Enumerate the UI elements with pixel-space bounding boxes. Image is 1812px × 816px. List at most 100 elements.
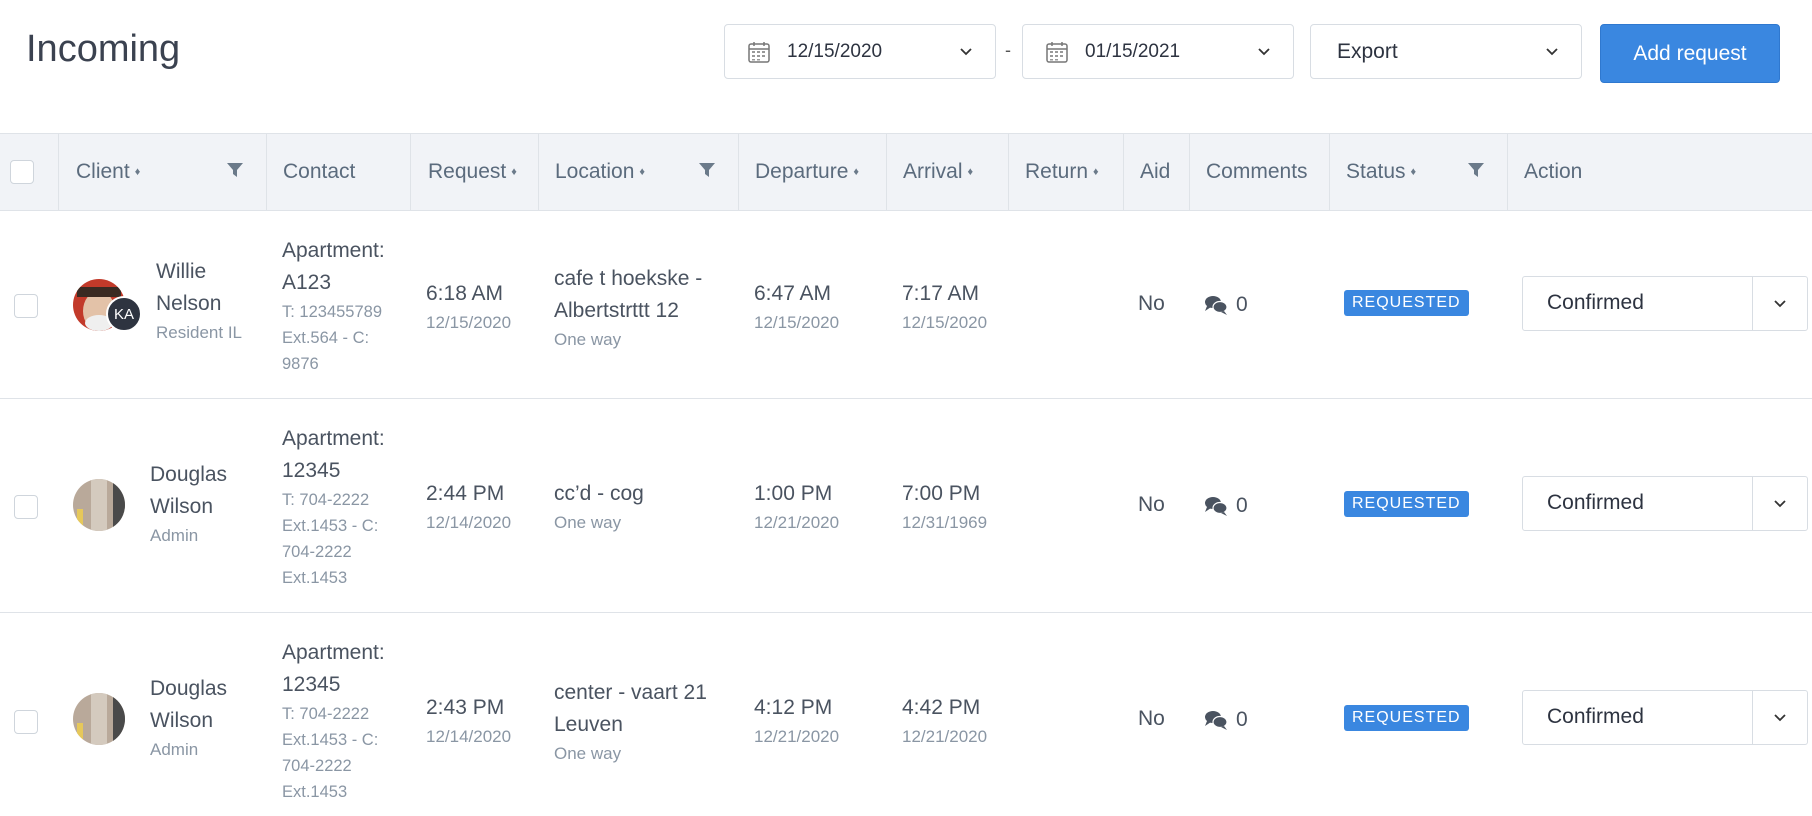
date-from-picker[interactable]: 12/15/2020 bbox=[724, 24, 996, 79]
arrival-time: 7:17 AM bbox=[902, 282, 980, 305]
contact-apartment-value: A123 bbox=[282, 271, 332, 294]
arrival-time: 7:00 PM bbox=[902, 482, 981, 505]
client-role: Admin bbox=[150, 740, 199, 759]
location-cell: cc’d - cog One way bbox=[554, 478, 644, 536]
comment-count: 0 bbox=[1236, 708, 1248, 731]
column-action: Action bbox=[1508, 134, 1812, 210]
action-divider bbox=[1752, 691, 1753, 744]
arrival-cell: 7:17 AM 12/15/2020 bbox=[902, 278, 987, 336]
contact-line: T: 123455789 bbox=[282, 303, 383, 321]
comment-count: 0 bbox=[1236, 494, 1248, 517]
filter-icon[interactable] bbox=[1467, 161, 1485, 179]
date-to-picker[interactable]: 01/15/2021 bbox=[1022, 24, 1294, 79]
sort-icon: ♦ bbox=[511, 166, 517, 178]
contact-cell: Apartment: A123 T: 123455789 Ext.564 - C… bbox=[282, 235, 385, 377]
table-header: Client ♦ Contact Request ♦ Location ♦ Depar… bbox=[0, 133, 1812, 211]
departure-time: 1:00 PM bbox=[754, 482, 833, 505]
sort-icon: ♦ bbox=[967, 166, 974, 178]
comments-cell[interactable]: 0 bbox=[1204, 708, 1248, 732]
contact-apartment-label: Apartment: bbox=[282, 239, 385, 262]
header-select-cell bbox=[0, 134, 59, 210]
contact-line: T: 704-2222 bbox=[282, 705, 370, 723]
location-line: center - vaart 21 bbox=[554, 681, 707, 704]
arrival-cell: 4:42 PM 12/21/2020 bbox=[902, 692, 987, 750]
comments-cell[interactable]: 0 bbox=[1204, 293, 1248, 317]
date-to-value: 01/15/2021 bbox=[1085, 40, 1181, 62]
client-cell: Willie Nelson Resident IL bbox=[156, 256, 242, 346]
departure-date: 12/15/2020 bbox=[754, 313, 840, 332]
request-time: 2:44 PM bbox=[426, 482, 505, 505]
chevron-down-icon bbox=[960, 47, 972, 55]
departure-cell: 1:00 PM 12/21/2020 bbox=[754, 478, 839, 536]
arrival-date: 12/21/2020 bbox=[902, 727, 988, 746]
location-line: Leuven bbox=[554, 713, 623, 736]
comment-icon bbox=[1205, 711, 1228, 730]
row-checkbox[interactable] bbox=[14, 495, 38, 519]
contact-apartment-label: Apartment: bbox=[282, 641, 385, 664]
column-status[interactable]: Status ♦ bbox=[1330, 134, 1508, 210]
column-arrival[interactable]: Arrival ♦ bbox=[887, 134, 1009, 210]
column-return[interactable]: Return ♦ bbox=[1009, 134, 1124, 210]
column-label: Status bbox=[1346, 160, 1406, 183]
action-divider bbox=[1752, 477, 1753, 530]
column-client[interactable]: Client ♦ bbox=[59, 134, 267, 210]
table-row: Douglas Wilson Admin Apartment: 12345 T:… bbox=[0, 613, 1812, 816]
chevron-down-icon[interactable] bbox=[1773, 711, 1787, 725]
column-location[interactable]: Location ♦ bbox=[539, 134, 739, 210]
sort-icon: ♦ bbox=[853, 166, 860, 178]
row-checkbox[interactable] bbox=[14, 294, 38, 318]
contact-line: Ext.1453 - C: bbox=[282, 731, 379, 749]
contact-cell: Apartment: 12345 T: 704-2222 Ext.1453 - … bbox=[282, 637, 385, 805]
comment-icon bbox=[1205, 497, 1228, 516]
row-checkbox[interactable] bbox=[14, 710, 38, 734]
avatar bbox=[73, 479, 125, 531]
action-dropdown[interactable]: Confirmed bbox=[1522, 276, 1808, 331]
location-line: cafe t hoekske - bbox=[554, 267, 703, 290]
client-cell: Douglas Wilson Admin bbox=[150, 673, 227, 763]
chevron-down-icon bbox=[1258, 47, 1270, 55]
contact-line: Ext.1453 - C: bbox=[282, 517, 379, 535]
contact-apartment-value: 12345 bbox=[282, 459, 341, 482]
comment-icon bbox=[1205, 296, 1228, 315]
location-line: cc’d - cog bbox=[554, 482, 644, 505]
column-request[interactable]: Request ♦ bbox=[411, 134, 539, 210]
add-request-button[interactable]: Add request bbox=[1600, 24, 1780, 83]
contact-line: Ext.1453 bbox=[282, 569, 348, 587]
comments-cell[interactable]: 0 bbox=[1204, 494, 1248, 518]
contact-apartment-value: 12345 bbox=[282, 673, 341, 696]
chevron-down-icon bbox=[1546, 47, 1558, 55]
chevron-down-icon[interactable] bbox=[1773, 297, 1787, 311]
column-label: Request bbox=[428, 160, 507, 183]
contact-apartment-label: Apartment: bbox=[282, 427, 385, 450]
action-label: Confirmed bbox=[1547, 705, 1644, 728]
location-cell: center - vaart 21 Leuven One way bbox=[554, 677, 707, 767]
filter-icon[interactable] bbox=[698, 161, 716, 179]
column-label: Contact bbox=[283, 160, 356, 183]
user-badge: KA bbox=[106, 296, 142, 332]
column-label: Return bbox=[1025, 160, 1089, 183]
filter-icon[interactable] bbox=[226, 161, 244, 179]
column-label: Comments bbox=[1206, 160, 1308, 183]
column-label: Departure bbox=[755, 160, 849, 183]
column-label: Action bbox=[1524, 160, 1583, 183]
arrival-time: 4:42 PM bbox=[902, 696, 981, 719]
date-from-value: 12/15/2020 bbox=[787, 40, 883, 62]
trip-type: One way bbox=[554, 744, 622, 763]
column-departure[interactable]: Departure ♦ bbox=[739, 134, 887, 210]
contact-line: Ext.1453 bbox=[282, 783, 348, 801]
export-dropdown[interactable]: Export bbox=[1310, 24, 1582, 79]
client-role: Resident IL bbox=[156, 323, 242, 342]
action-label: Confirmed bbox=[1547, 291, 1644, 314]
location-line: Albertstrttt 12 bbox=[554, 299, 679, 322]
chevron-down-icon[interactable] bbox=[1773, 497, 1787, 511]
request-date: 12/14/2020 bbox=[426, 513, 512, 532]
request-date: 12/14/2020 bbox=[426, 727, 512, 746]
avatar bbox=[73, 693, 125, 745]
export-label: Export bbox=[1337, 39, 1398, 63]
contact-line: Ext.564 - C: bbox=[282, 329, 370, 347]
action-dropdown[interactable]: Confirmed bbox=[1522, 690, 1808, 745]
table-row: Douglas Wilson Admin Apartment: 12345 T:… bbox=[0, 399, 1812, 613]
action-dropdown[interactable]: Confirmed bbox=[1522, 476, 1808, 531]
aid-value: No bbox=[1138, 707, 1165, 730]
select-all-checkbox[interactable] bbox=[10, 160, 34, 184]
